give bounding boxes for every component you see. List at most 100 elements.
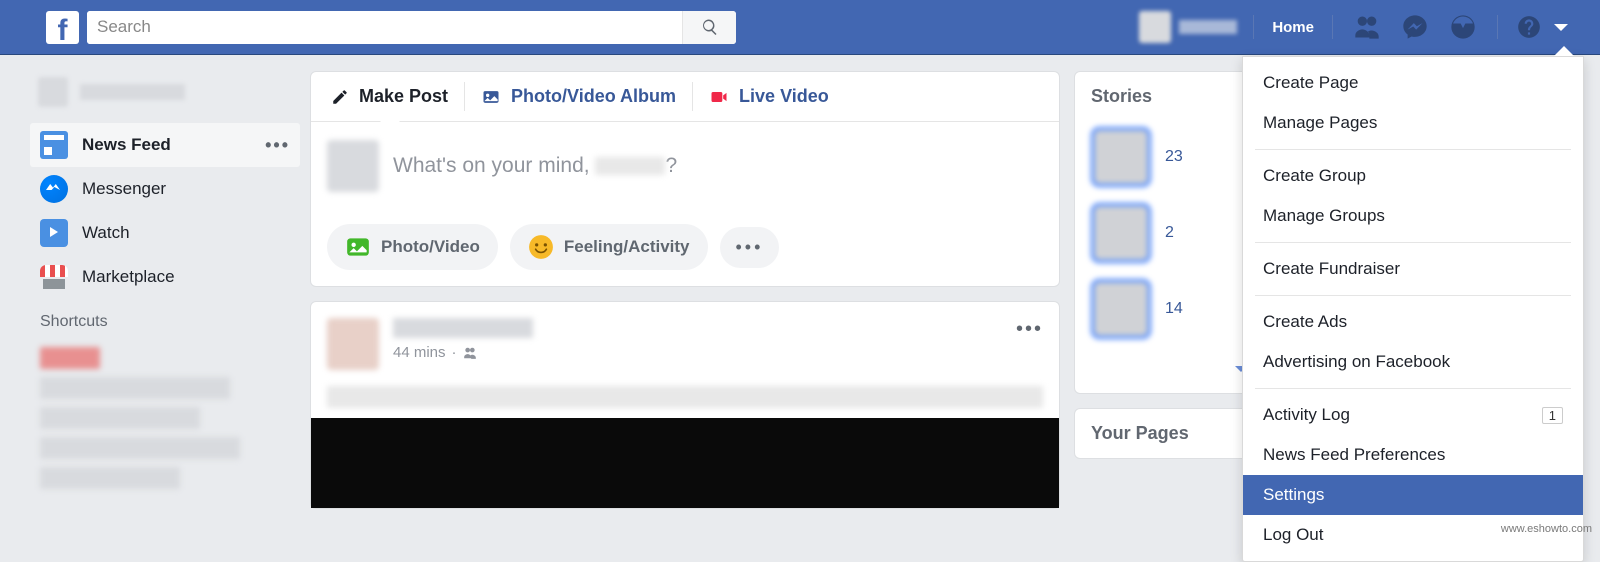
menu-item-advertising-on-facebook[interactable]: Advertising on Facebook (1243, 342, 1583, 382)
tab-photo-album[interactable]: Photo/Video Album (467, 72, 690, 121)
menu-item-label: Create Page (1263, 73, 1358, 93)
watch-icon (40, 219, 68, 247)
composer-tabs: Make Post Photo/Video Album Live Video (311, 72, 1059, 122)
menu-separator (1255, 242, 1571, 243)
center-column: Make Post Photo/Video Album Live Video W… (310, 71, 1060, 509)
menu-item-label: Advertising on Facebook (1263, 352, 1450, 372)
sidebar-item-label: News Feed (82, 135, 171, 155)
tab-label: Photo/Video Album (511, 86, 676, 107)
post-time[interactable]: 44 mins (393, 344, 446, 361)
menu-item-manage-groups[interactable]: Manage Groups (1243, 196, 1583, 236)
notifications-icon[interactable] (1449, 13, 1477, 41)
sidebar-item-label: Watch (82, 223, 130, 243)
shortcut-item[interactable] (40, 437, 240, 459)
sidebar-item-marketplace[interactable]: Marketplace (30, 255, 300, 299)
menu-item-create-group[interactable]: Create Group (1243, 156, 1583, 196)
shortcut-item[interactable] (40, 377, 230, 399)
messenger-icon[interactable] (1401, 13, 1429, 41)
divider (1253, 15, 1254, 39)
video-icon (709, 87, 729, 107)
shortcut-item[interactable] (40, 407, 200, 429)
search-container (87, 11, 736, 44)
shortcut-item[interactable] (40, 347, 100, 369)
tab-live-video[interactable]: Live Video (695, 72, 843, 121)
composer-prompt: What's on your mind, ? (393, 154, 677, 178)
profile-name (80, 84, 185, 100)
sidebar-item-label: Messenger (82, 179, 166, 199)
menu-separator (1255, 295, 1571, 296)
menu-item-label: Activity Log (1263, 405, 1350, 425)
newsfeed-icon (40, 131, 68, 159)
story-time: 2 (1165, 224, 1174, 242)
action-photo-video[interactable]: Photo/Video (327, 224, 498, 270)
watermark: www.eshowto.com (1501, 523, 1592, 535)
menu-item-label: Manage Groups (1263, 206, 1385, 226)
top-icon-group (1337, 13, 1493, 41)
meta-separator: · (452, 344, 457, 361)
menu-item-activity-log[interactable]: Activity Log1 (1243, 395, 1583, 435)
search-button[interactable] (682, 11, 736, 44)
post-menu-button[interactable]: ••• (1016, 318, 1043, 370)
menu-item-settings[interactable]: Settings (1243, 475, 1583, 515)
divider (1497, 15, 1498, 39)
divider (464, 82, 465, 111)
sidebar-item-label: Marketplace (82, 267, 175, 287)
post-text (327, 386, 1043, 408)
composer-body[interactable]: What's on your mind, ? (311, 122, 1059, 214)
avatar (327, 140, 379, 192)
prompt-prefix: What's on your mind, (393, 154, 595, 177)
friend-requests-icon[interactable] (1353, 13, 1381, 41)
post-header: 44 mins · ••• (311, 302, 1059, 380)
settings-menu-caret[interactable] (1554, 24, 1568, 31)
menu-item-create-ads[interactable]: Create Ads (1243, 302, 1583, 342)
more-icon[interactable]: ••• (265, 135, 290, 156)
post-info: 44 mins · (393, 318, 1002, 370)
menu-item-create-page[interactable]: Create Page (1243, 63, 1583, 103)
menu-item-label: Create Ads (1263, 312, 1347, 332)
marketplace-icon (40, 263, 68, 291)
chip-label: Photo/Video (381, 237, 480, 257)
audience-friends-icon (463, 346, 477, 360)
messenger-icon (40, 175, 68, 203)
facebook-logo[interactable]: f (46, 11, 79, 44)
menu-item-manage-pages[interactable]: Manage Pages (1243, 103, 1583, 143)
shortcut-item[interactable] (40, 467, 180, 489)
post-meta: 44 mins · (393, 344, 1002, 361)
avatar (38, 77, 68, 107)
menu-item-news-feed-preferences[interactable]: News Feed Preferences (1243, 435, 1583, 475)
avatar (1139, 11, 1171, 43)
chip-label: Feeling/Activity (564, 237, 690, 257)
story-time: 14 (1165, 300, 1183, 318)
sidebar-profile[interactable] (30, 71, 300, 113)
home-link[interactable]: Home (1258, 19, 1328, 36)
menu-item-log-out[interactable]: Log Out (1243, 515, 1583, 555)
divider (1332, 15, 1333, 39)
post-author[interactable] (393, 318, 533, 338)
dropdown-pointer (1554, 46, 1574, 56)
sidebar-item-watch[interactable]: Watch (30, 211, 300, 255)
tab-make-post[interactable]: Make Post (317, 72, 462, 121)
menu-item-label: Create Fundraiser (1263, 259, 1400, 279)
photo-icon (481, 87, 501, 107)
photo-icon (345, 234, 371, 260)
help-icon[interactable] (1516, 14, 1542, 40)
search-input[interactable] (87, 11, 682, 44)
story-avatar (1091, 127, 1151, 187)
action-feeling-activity[interactable]: Feeling/Activity (510, 224, 708, 270)
menu-item-label: Manage Pages (1263, 113, 1377, 133)
avatar[interactable] (327, 318, 379, 370)
sidebar-item-messenger[interactable]: Messenger (30, 167, 300, 211)
shortcuts-heading: Shortcuts (30, 299, 300, 339)
menu-item-label: Create Group (1263, 166, 1366, 186)
top-profile-link[interactable] (1127, 11, 1249, 43)
menu-item-create-fundraiser[interactable]: Create Fundraiser (1243, 249, 1583, 289)
pencil-icon (331, 88, 349, 106)
sidebar-item-newsfeed[interactable]: News Feed ••• (30, 123, 300, 167)
top-bar: f Home (0, 0, 1600, 55)
menu-separator (1255, 149, 1571, 150)
menu-separator (1255, 388, 1571, 389)
post-image[interactable] (311, 418, 1059, 508)
story-avatar (1091, 279, 1151, 339)
action-more[interactable]: ••• (720, 227, 780, 268)
tab-label: Live Video (739, 86, 829, 107)
